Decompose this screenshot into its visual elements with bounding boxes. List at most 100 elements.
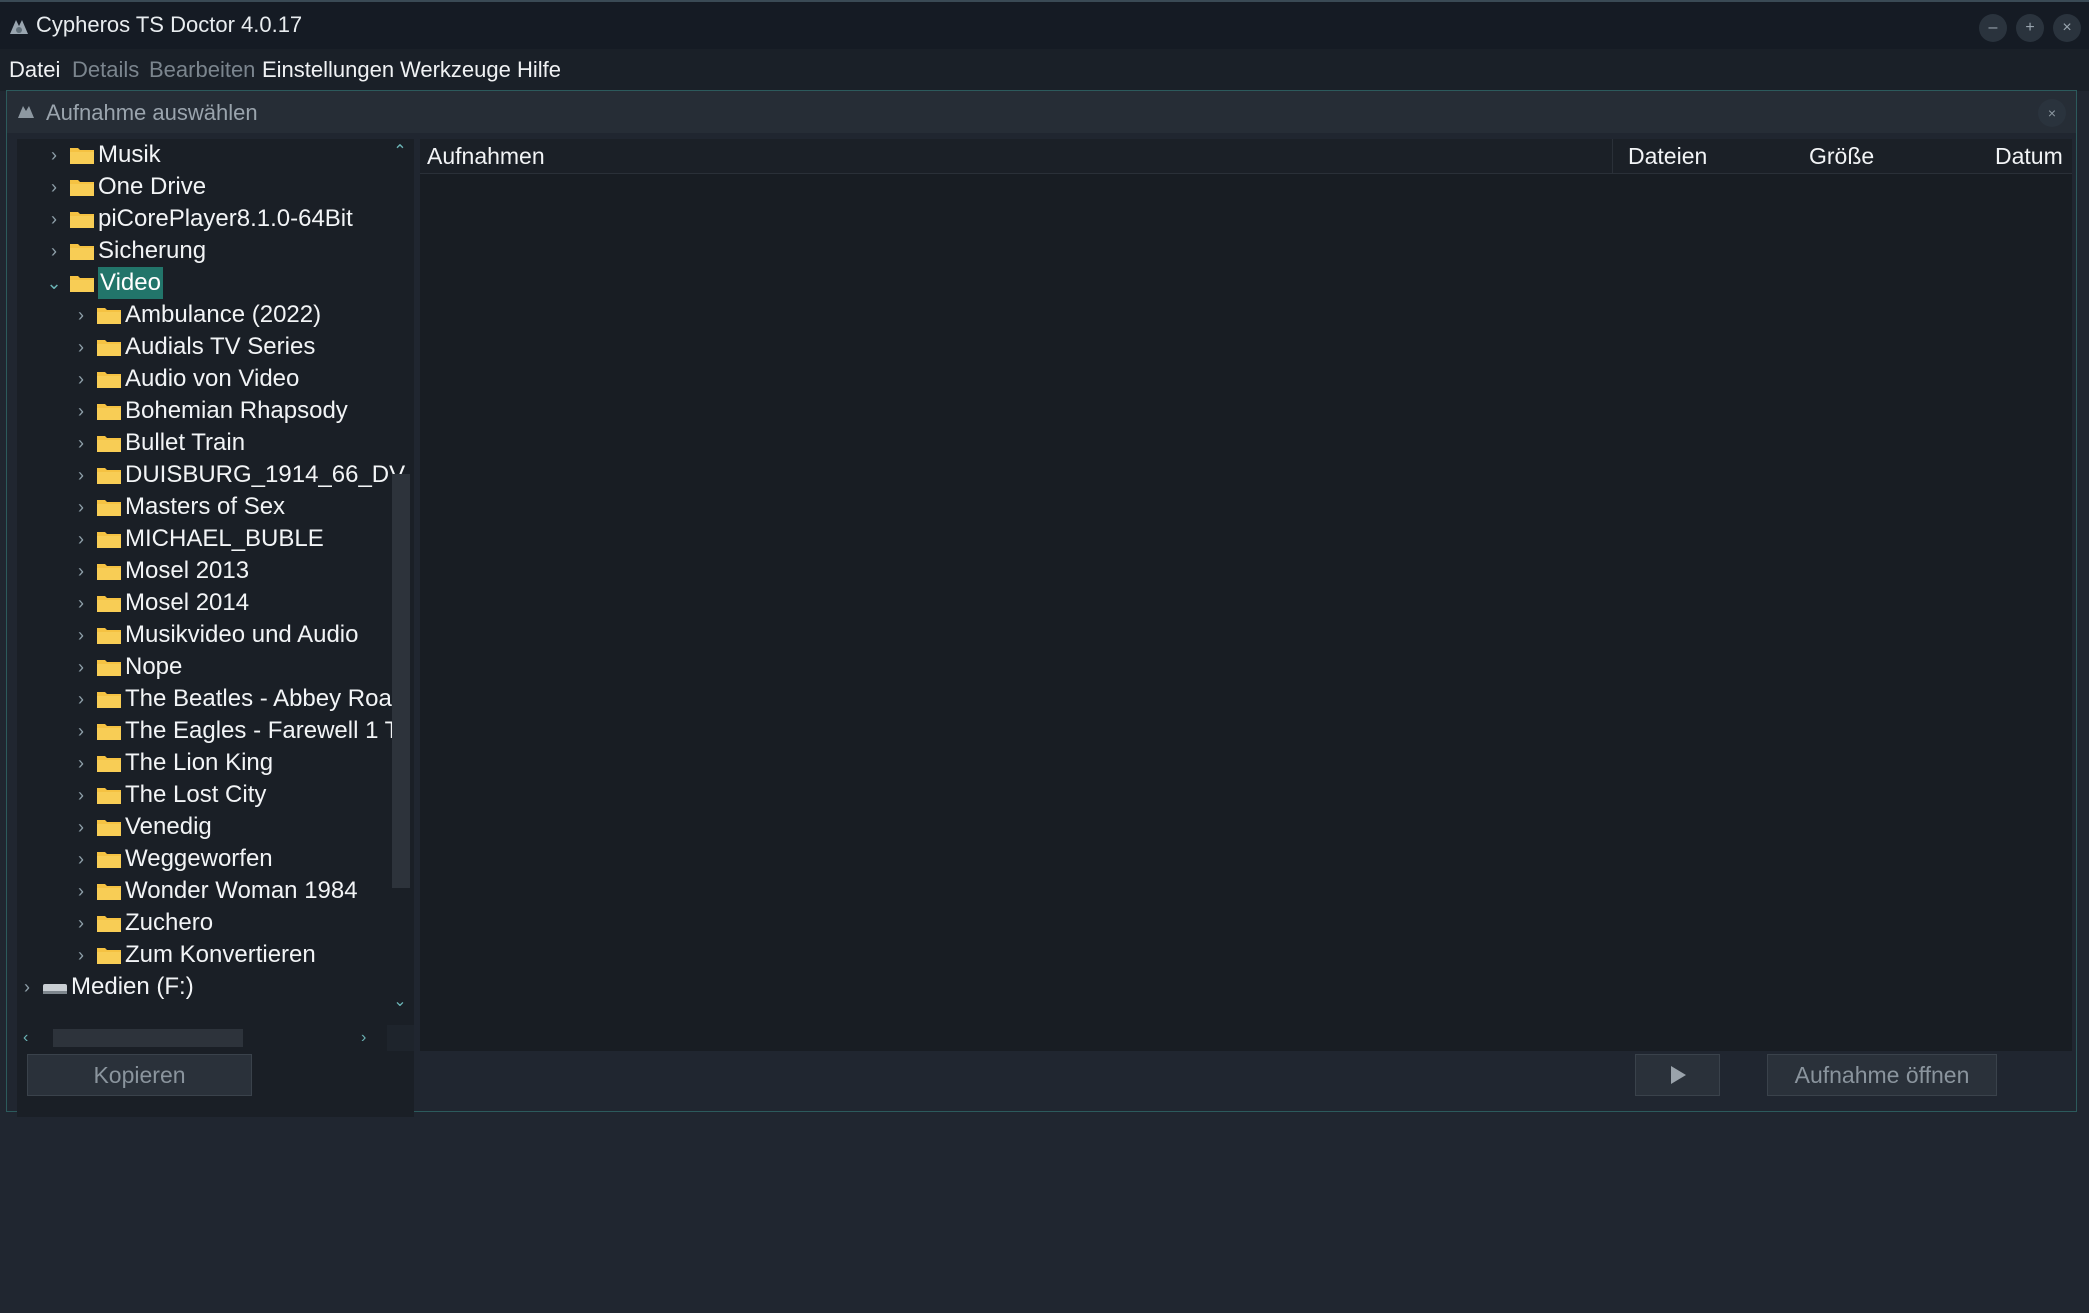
tree-item[interactable]: › Musik	[44, 139, 387, 171]
tree-item[interactable]: › Nope	[71, 651, 387, 683]
tree-item-label: Sicherung	[98, 237, 207, 264]
tree-item[interactable]: › Audials TV Series	[71, 331, 387, 363]
chevron-down-icon[interactable]: ⌄	[44, 267, 64, 299]
menu-hilfe[interactable]: Hilfe	[517, 57, 561, 83]
list-header: Aufnahmen Dateien Größe Datum	[420, 139, 2072, 174]
tree-item-label: The Beatles - Abbey Roa	[125, 685, 392, 712]
menu-details[interactable]: Details	[72, 57, 139, 83]
tree-item[interactable]: › The Lion King	[71, 747, 387, 779]
tree-item[interactable]: › MICHAEL_BUBLE	[71, 523, 387, 555]
tree-item[interactable]: › Zum Konvertieren	[71, 939, 387, 971]
tree-item[interactable]: › The Lost City	[71, 779, 387, 811]
tree-item-label: The Eagles - Farewell 1 T	[125, 717, 400, 744]
maximize-button[interactable]: +	[2016, 14, 2044, 42]
folder-icon	[70, 180, 94, 196]
folder-icon	[97, 852, 121, 868]
tree-item[interactable]: › Masters of Sex	[71, 491, 387, 523]
chevron-right-icon[interactable]: ›	[44, 171, 64, 203]
folder-icon	[97, 564, 121, 580]
folder-icon	[97, 692, 121, 708]
chevron-right-icon[interactable]: ›	[71, 587, 91, 619]
tree-item[interactable]: › piCorePlayer8.1.0-64Bit	[44, 203, 387, 235]
folder-icon	[97, 820, 121, 836]
folder-icon	[97, 340, 121, 356]
play-button[interactable]	[1635, 1054, 1720, 1096]
tree-item[interactable]: › Wonder Woman 1984	[71, 875, 387, 907]
tree-item[interactable]: › Venedig	[71, 811, 387, 843]
tree-item[interactable]: › Bohemian Rhapsody	[71, 395, 387, 427]
column-header-dateien[interactable]: Dateien	[1628, 143, 1707, 170]
chevron-right-icon[interactable]: ›	[71, 683, 91, 715]
tree-item-label: Zum Konvertieren	[125, 941, 316, 968]
chevron-right-icon[interactable]: ›	[71, 843, 91, 875]
close-window-button[interactable]: ×	[2053, 14, 2081, 42]
open-recording-button[interactable]: Aufnahme öffnen	[1767, 1054, 1997, 1096]
dialog-close-button[interactable]: ×	[2038, 99, 2066, 127]
chevron-right-icon[interactable]: ›	[71, 875, 91, 907]
tree-item[interactable]: › Mosel 2013	[71, 555, 387, 587]
scroll-left-icon[interactable]: ‹	[23, 1025, 43, 1051]
chevron-right-icon[interactable]: ›	[44, 139, 64, 171]
folder-icon	[97, 404, 121, 420]
folder-icon	[97, 596, 121, 612]
tree-item[interactable]: › Musikvideo und Audio	[71, 619, 387, 651]
chevron-right-icon[interactable]: ›	[44, 235, 64, 267]
tree-scroll-thumb[interactable]	[392, 474, 410, 888]
tree-item[interactable]: ⌄ Video	[44, 267, 387, 299]
tree-item[interactable]: › Sicherung	[44, 235, 387, 267]
chevron-right-icon[interactable]: ›	[71, 331, 91, 363]
folder-tree[interactable]: › Musik › One Drive › piCorePlayer8.1.0-64Bit…	[17, 139, 414, 1117]
chevron-right-icon[interactable]: ›	[71, 395, 91, 427]
chevron-right-icon[interactable]: ›	[44, 203, 64, 235]
chevron-right-icon[interactable]: ›	[71, 747, 91, 779]
tree-item[interactable]: › The Eagles - Farewell 1 T	[71, 715, 399, 747]
copy-button[interactable]: Kopieren	[27, 1054, 252, 1096]
menu-einstellungen[interactable]: Einstellungen	[262, 57, 394, 83]
chevron-right-icon[interactable]: ›	[71, 491, 91, 523]
chevron-right-icon[interactable]: ›	[71, 555, 91, 587]
chevron-right-icon[interactable]: ›	[71, 779, 91, 811]
drive-icon	[43, 984, 67, 994]
chevron-right-icon[interactable]: ›	[71, 619, 91, 651]
chevron-right-icon[interactable]: ›	[71, 427, 91, 459]
chevron-right-icon[interactable]: ›	[71, 651, 91, 683]
menu-werkzeuge[interactable]: Werkzeuge	[400, 57, 511, 83]
tree-hscroll-thumb[interactable]	[53, 1029, 243, 1047]
scroll-down-icon[interactable]: ⌄	[387, 989, 413, 1015]
tree-item[interactable]: › Bullet Train	[71, 427, 387, 459]
tree-item-label: Video	[98, 267, 163, 299]
recordings-list[interactable]: Aufnahmen Dateien Größe Datum	[420, 139, 2072, 1051]
column-header-datum[interactable]: Datum	[1995, 143, 2063, 170]
scroll-right-icon[interactable]: ›	[361, 1025, 381, 1051]
tree-item[interactable]: › One Drive	[44, 171, 387, 203]
chevron-right-icon[interactable]: ›	[71, 299, 91, 331]
chevron-right-icon[interactable]: ›	[71, 907, 91, 939]
tree-item[interactable]: › DUISBURG_1914_66_DV	[71, 459, 405, 491]
tree-item[interactable]: › Audio von Video	[71, 363, 387, 395]
menu-datei[interactable]: Datei	[9, 57, 60, 83]
column-separator[interactable]	[1612, 139, 1613, 173]
scroll-up-icon[interactable]: ⌃	[387, 139, 413, 165]
chevron-right-icon[interactable]: ›	[71, 363, 91, 395]
tree-item[interactable]: › Medien (F:)	[17, 971, 387, 1003]
tree-item[interactable]: › Zuchero	[71, 907, 387, 939]
tree-item[interactable]: › Ambulance (2022)	[71, 299, 387, 331]
chevron-right-icon[interactable]: ›	[71, 715, 91, 747]
tree-vertical-scrollbar[interactable]: ⌃ ⌄	[387, 139, 413, 1025]
tree-item[interactable]: › The Beatles - Abbey Roa	[71, 683, 392, 715]
tree-item-label: Zuchero	[125, 909, 214, 936]
chevron-right-icon[interactable]: ›	[17, 971, 37, 1003]
chevron-right-icon[interactable]: ›	[71, 811, 91, 843]
tree-item[interactable]: › Mosel 2014	[71, 587, 387, 619]
folder-icon	[70, 212, 94, 228]
column-header-aufnahmen[interactable]: Aufnahmen	[427, 143, 545, 170]
chevron-right-icon[interactable]: ›	[71, 939, 91, 971]
menu-bearbeiten[interactable]: Bearbeiten	[149, 57, 255, 83]
minimize-button[interactable]: –	[1979, 14, 2007, 42]
column-header-groesse[interactable]: Größe	[1809, 143, 1874, 170]
chevron-right-icon[interactable]: ›	[71, 523, 91, 555]
tree-item[interactable]: › Weggeworfen	[71, 843, 387, 875]
tree-horizontal-scrollbar[interactable]: ‹ ›	[17, 1025, 387, 1051]
chevron-right-icon[interactable]: ›	[71, 459, 91, 491]
tree-item-label: Musik	[98, 141, 161, 168]
